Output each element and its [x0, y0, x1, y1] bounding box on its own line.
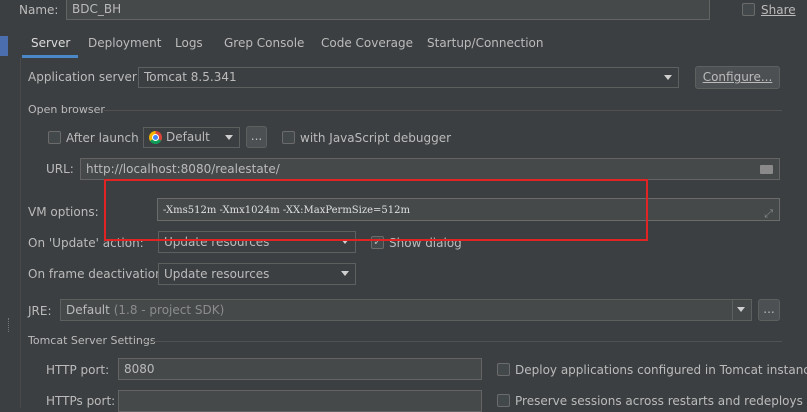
url-field[interactable]: http://localhost:8080/realestate/ — [80, 158, 780, 180]
tomcat-settings-label: Tomcat Server Settings — [28, 334, 156, 347]
http-port-label: HTTP port: — [46, 363, 110, 377]
preserve-sessions-label: Preserve sessions across restarts and re… — [515, 394, 803, 408]
highlight-box — [104, 179, 648, 241]
browser-browse-button[interactable]: ... — [246, 126, 267, 148]
https-port-field[interactable] — [118, 390, 482, 412]
after-launch-checkbox[interactable] — [48, 131, 61, 144]
tab-grep-console[interactable]: Grep Console — [224, 36, 304, 50]
tab-logs[interactable]: Logs — [175, 36, 203, 50]
deploy-label: Deploy applications configured in Tomcat… — [515, 363, 807, 377]
chevron-down-icon — [664, 74, 672, 80]
configure-button[interactable]: Configure... — [695, 66, 780, 89]
tomcat-settings-separator — [142, 341, 782, 342]
configure-label: Configure... — [702, 70, 773, 84]
https-port-label: HTTPs port: — [46, 394, 116, 408]
expand-icon[interactable]: ⤢ — [764, 203, 773, 220]
chrome-icon — [149, 131, 162, 144]
jre-browse-button[interactable]: ... — [758, 299, 780, 321]
open-browser-label: Open browser — [28, 103, 105, 116]
name-label: Name: — [19, 3, 59, 17]
splitter-grip[interactable] — [8, 318, 12, 332]
tab-startup-connection[interactable]: Startup/Connection — [427, 36, 543, 50]
preserve-sessions-checkbox[interactable] — [497, 394, 510, 407]
js-debugger-checkbox[interactable] — [282, 131, 295, 144]
on-frame-value: Update resources — [164, 267, 270, 281]
tab-code-coverage[interactable]: Code Coverage — [321, 36, 413, 50]
jre-label: JRE: — [28, 304, 52, 318]
chevron-down-icon — [737, 307, 745, 312]
app-server-combo[interactable]: Tomcat 8.5.341 — [138, 67, 679, 88]
deploy-checkbox[interactable] — [497, 363, 510, 376]
js-debugger-label: with JavaScript debugger — [300, 131, 452, 145]
jre-hint: (1.8 - project SDK) — [113, 303, 225, 317]
folder-icon[interactable] — [760, 165, 773, 174]
url-label: URL: — [46, 162, 74, 176]
app-server-value: Tomcat 8.5.341 — [144, 70, 237, 84]
tree-selection-marker — [0, 36, 8, 56]
share-label[interactable]: Share — [761, 3, 796, 17]
url-value: http://localhost:8080/realestate/ — [86, 162, 280, 176]
chevron-down-icon — [341, 271, 349, 276]
on-frame-label: On frame deactivation: — [28, 267, 167, 281]
share-checkbox[interactable] — [742, 3, 755, 16]
chevron-down-icon — [225, 134, 233, 140]
name-field[interactable]: BDC_BH — [66, 0, 710, 20]
jre-combo[interactable]: Default (1.8 - project SDK) — [60, 299, 752, 321]
app-server-label: Application server: — [28, 70, 141, 84]
browser-combo[interactable]: Default — [143, 127, 240, 148]
http-port-field[interactable]: 8080 — [118, 358, 482, 380]
vm-options-label: VM options: — [28, 205, 99, 219]
tab-server[interactable]: Server — [31, 36, 70, 50]
open-browser-separator — [104, 110, 782, 111]
browser-value: Default — [166, 130, 210, 144]
after-launch-label: After launch — [66, 131, 139, 145]
jre-value: Default — [66, 303, 110, 317]
tab-deployment[interactable]: Deployment — [88, 36, 161, 50]
on-frame-combo[interactable]: Update resources — [158, 263, 356, 285]
jre-dropdown-divider — [732, 300, 733, 320]
